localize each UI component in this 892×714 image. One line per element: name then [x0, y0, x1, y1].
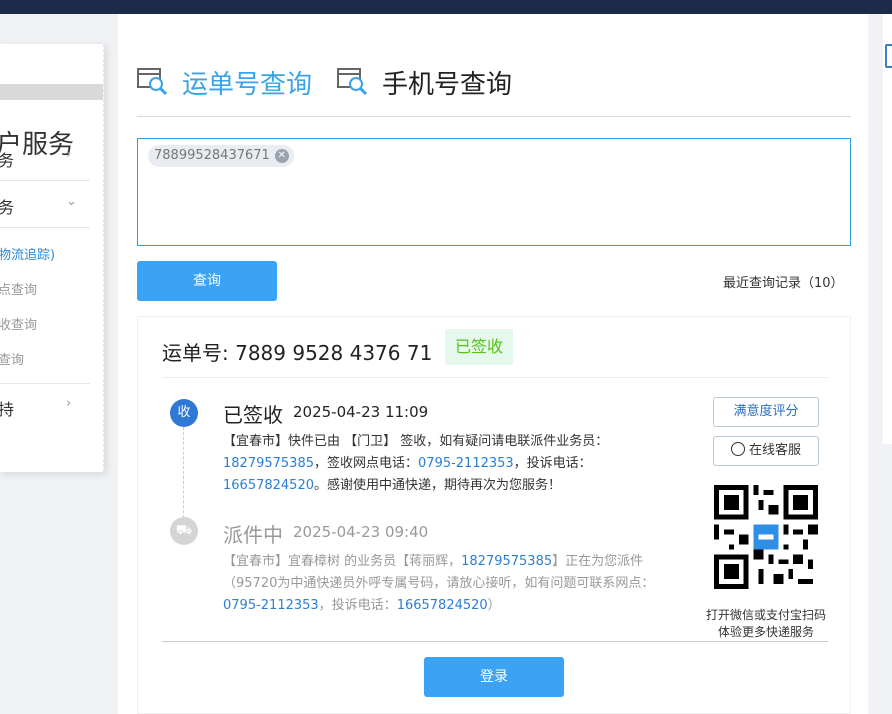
chevron-right-icon: ›: [66, 396, 72, 411]
qr-caption-line-1: 打开微信或支付宝扫码: [705, 608, 826, 622]
sidebar-subitem-outlet[interactable]: 点查询: [0, 279, 37, 298]
tracking-main-panel: 运单号查询 手机号查询 78899528437671 ✕ 查询 最近查询记录（1…: [118, 14, 868, 714]
detail-text: ，签收网点电话：: [313, 456, 418, 471]
detail-text: 。感谢使用中通快递，期待再次为您服务！: [313, 478, 561, 493]
tracking-result-card: 运单号: 7889 9528 4376 71 已签收 收 已签收 2025-04…: [137, 316, 851, 714]
chevron-down-icon: ⌄: [66, 194, 77, 209]
detail-text: 【宜春市】宜春樟树 的业务员【蒋丽辉，: [223, 554, 462, 569]
signed-icon: 收: [170, 399, 198, 427]
detail-text: ，投诉电话：: [318, 598, 397, 613]
query-button[interactable]: 查询: [137, 261, 277, 301]
online-service-button[interactable]: 在线客服: [713, 436, 819, 466]
sidebar-subitem-query[interactable]: 查询: [0, 349, 24, 368]
waybill-number: 运单号: 7889 9528 4376 71: [162, 341, 433, 365]
package-search-icon: [337, 68, 368, 96]
qr-caption-line-2: 体验更多快递服务: [717, 625, 814, 639]
sidebar-item-1[interactable]: 务 ›: [0, 135, 90, 181]
delivery-truck-icon: ⛟: [170, 517, 198, 545]
event-time: 2025-04-23 11:09: [293, 403, 429, 421]
complaint-phone-link[interactable]: 16657824520: [397, 598, 488, 613]
detail-text: 【宜春市】快件已由 【门卫】 签收，如有疑问请电联派件业务员：: [223, 434, 609, 449]
result-bottom-divider: [162, 641, 828, 642]
sidebar-item-label: 持: [0, 396, 14, 420]
right-side-panel: [883, 14, 892, 444]
detail-text: ）: [487, 598, 501, 613]
status-badge: 已签收: [445, 329, 513, 365]
sidebar-subitem-tracking[interactable]: 物流追踪): [0, 244, 55, 263]
top-navigation-bar: [0, 0, 892, 14]
tab-waybill-query[interactable]: 运单号查询: [136, 62, 316, 102]
tab-label: 运单号查询: [182, 70, 313, 100]
result-divider: [162, 377, 828, 378]
courier-phone-link[interactable]: 18279575385: [461, 554, 552, 569]
satisfaction-rating-button[interactable]: 满意度评分: [713, 397, 819, 427]
event-time: 2025-04-23 09:40: [293, 523, 429, 541]
complaint-phone-link[interactable]: 16657824520: [223, 478, 314, 493]
tab-phone-query[interactable]: 手机号查询: [336, 62, 516, 102]
event-detail: 【宜春市】快件已由 【门卫】 签收，如有疑问请电联派件业务员： 182795753…: [223, 431, 673, 497]
tracking-number-chip: 78899528437671 ✕: [148, 145, 294, 167]
sidebar-item-2[interactable]: 务 ⌄: [0, 182, 90, 228]
event-status: 已签收: [223, 403, 283, 427]
recent-queries-link[interactable]: 最近查询记录（10）: [723, 272, 844, 291]
qr-code-icon: [714, 485, 818, 589]
event-status: 派件中: [223, 523, 283, 547]
outlet-phone-link[interactable]: 0795-2112353: [223, 598, 319, 613]
courier-phone-link[interactable]: 18279575385: [223, 456, 314, 471]
service-sidebar: 户服务 务 › 务 ⌄ 物流追踪) 点查询 收查询 查询 持 ›: [0, 44, 104, 472]
chip-label: 78899528437671: [154, 148, 270, 163]
tracking-number-input[interactable]: 78899528437671 ✕: [137, 138, 851, 246]
timeline-connector: [183, 427, 184, 523]
package-search-icon: [137, 68, 168, 96]
online-service-label: 在线客服: [748, 443, 801, 458]
tab-label: 手机号查询: [382, 70, 513, 100]
sidebar-item-3[interactable]: 持 ›: [0, 383, 90, 429]
chat-icon: [730, 442, 745, 456]
close-icon[interactable]: ✕: [274, 149, 289, 163]
event-detail: 【宜春市】宜春樟树 的业务员【蒋丽辉，18279575385】正在为您派件（95…: [223, 551, 673, 617]
feedback-icon[interactable]: [885, 44, 892, 68]
detail-text: ，投诉电话：: [513, 456, 592, 471]
sidebar-item-label: 务: [0, 194, 14, 218]
qr-caption: 打开微信或支付宝扫码 体验更多快递服务: [698, 607, 834, 641]
sidebar-subitem-receipt[interactable]: 收查询: [0, 314, 37, 333]
login-button[interactable]: 登录: [424, 657, 564, 697]
chevron-right-icon: ›: [66, 147, 72, 162]
tab-divider: [137, 116, 851, 117]
sidebar-tab-handle[interactable]: [0, 84, 103, 100]
outlet-phone-link[interactable]: 0795-2112353: [418, 456, 514, 471]
sidebar-item-label: 务: [0, 147, 14, 171]
